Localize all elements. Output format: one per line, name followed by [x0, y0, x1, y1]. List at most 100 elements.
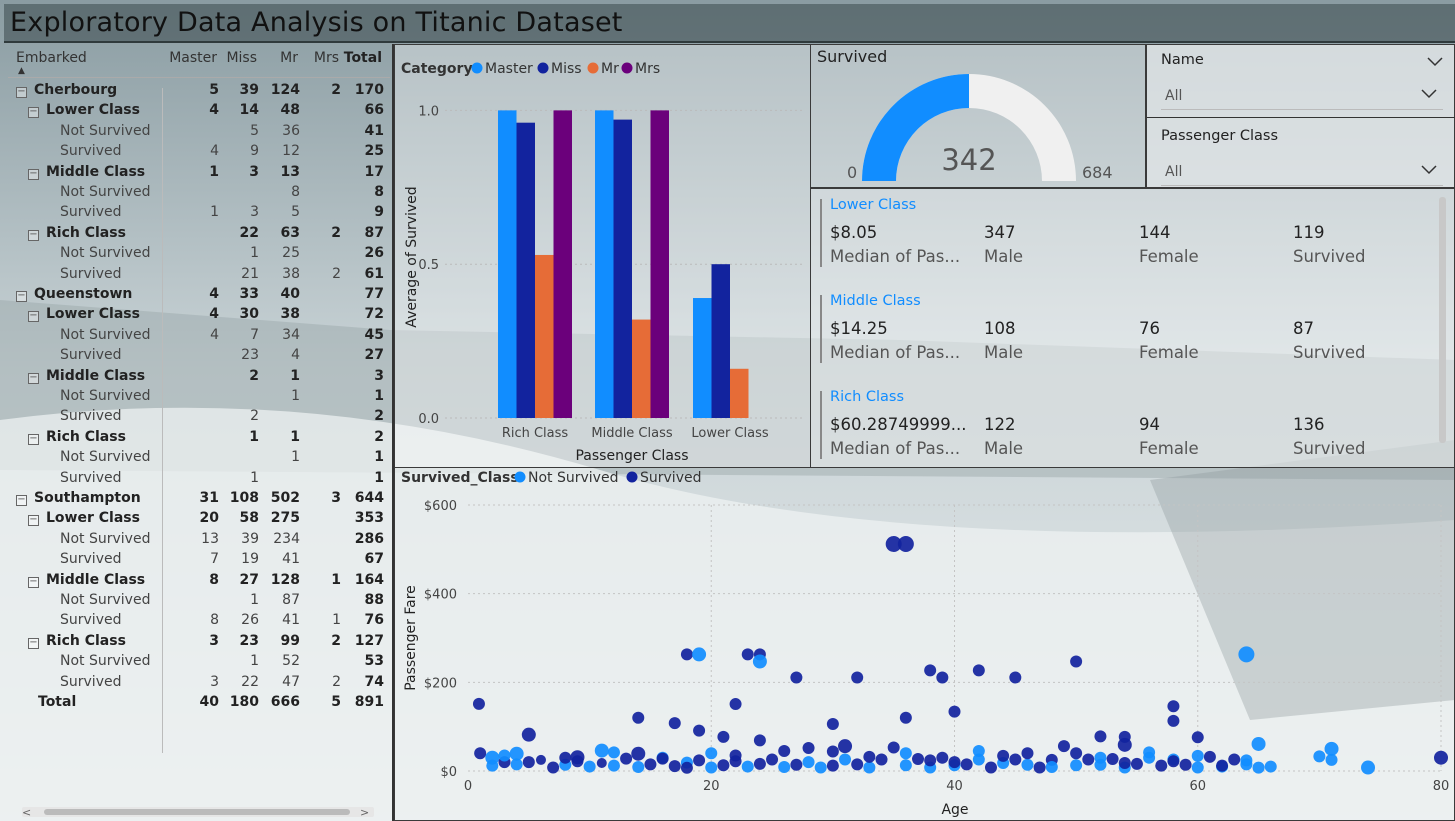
scatter-point[interactable]	[948, 756, 961, 769]
table-row[interactable]: − Rich Class 22 63 2 87	[4, 223, 394, 244]
legend-item[interactable]: Mr	[601, 61, 619, 77]
collapse-toggle-icon[interactable]: −	[28, 168, 39, 180]
scatter-point[interactable]	[752, 654, 767, 669]
scatter-point[interactable]	[693, 724, 706, 737]
scatter-point[interactable]	[1179, 758, 1192, 771]
scatter-point[interactable]	[656, 752, 669, 765]
row-header[interactable]: Not Survived	[60, 529, 150, 549]
row-header[interactable]: − Southampton	[16, 488, 141, 508]
table-row[interactable]: Survived 2 2	[4, 406, 394, 427]
scatter-point[interactable]	[486, 759, 499, 772]
collapse-toggle-icon[interactable]: −	[28, 311, 39, 323]
legend-marker[interactable]	[471, 62, 483, 74]
scatter-point[interactable]	[766, 753, 779, 766]
collapse-toggle-icon[interactable]: −	[28, 229, 39, 241]
scatter-point[interactable]	[693, 754, 706, 767]
scatter-point[interactable]	[790, 671, 803, 684]
legend-item[interactable]: Master	[485, 61, 533, 77]
scatter-point[interactable]	[522, 756, 535, 769]
collapse-toggle-icon[interactable]: −	[28, 637, 39, 649]
scatter-point[interactable]	[948, 705, 961, 718]
scatter-point[interactable]	[778, 761, 791, 774]
legend-item[interactable]: Survived	[640, 470, 701, 486]
scatter-point[interactable]	[1167, 714, 1180, 727]
scatter-point[interactable]	[851, 758, 864, 771]
scatter-point[interactable]	[571, 755, 584, 768]
scatter-point[interactable]	[863, 750, 876, 763]
table-row[interactable]: Not Survived 1 1	[4, 386, 394, 407]
row-header[interactable]: Not Survived	[60, 386, 150, 406]
slicer-name-dropdown[interactable]: All	[1165, 88, 1182, 104]
header-miss[interactable]: Miss	[226, 50, 257, 80]
scatter-point[interactable]	[741, 760, 754, 773]
row-header[interactable]: − Middle Class	[28, 366, 145, 386]
scatter-point[interactable]	[972, 664, 985, 677]
scatter-point[interactable]	[583, 760, 596, 773]
scatter-point[interactable]	[1130, 757, 1143, 770]
scatter-point[interactable]	[1009, 671, 1022, 684]
legend-marker[interactable]	[537, 62, 549, 74]
bar-mr[interactable]	[535, 254, 554, 418]
scatter-point[interactable]	[596, 758, 607, 769]
scatter-point[interactable]	[705, 747, 718, 760]
row-header[interactable]: − Lower Class	[28, 508, 140, 528]
scatter-point[interactable]	[839, 753, 852, 766]
scatter-point[interactable]	[705, 761, 718, 774]
scatter-point[interactable]	[1325, 753, 1338, 766]
scatter-point[interactable]	[1251, 736, 1266, 751]
table-row[interactable]: Survived 4 9 12 25	[4, 141, 394, 162]
legend-marker[interactable]	[587, 62, 599, 74]
scrollbar-thumb[interactable]	[44, 809, 350, 815]
table-row[interactable]: Survived 8 26 41 1 76	[4, 610, 394, 631]
gauge-panel[interactable]: Survived 342 0 684	[810, 44, 1146, 188]
row-header[interactable]: − Rich Class	[28, 223, 126, 243]
table-row[interactable]: Survived 1 1	[4, 468, 394, 489]
scatter-point[interactable]	[729, 755, 742, 768]
row-header[interactable]: Not Survived	[60, 243, 150, 263]
scatter-point[interactable]	[1045, 761, 1058, 774]
row-header[interactable]: − Cherbourg	[16, 80, 117, 100]
scatter-point[interactable]	[1252, 761, 1265, 774]
row-header[interactable]: − Middle Class	[28, 162, 145, 182]
scatter-point[interactable]	[1009, 753, 1022, 766]
scatter-point[interactable]	[802, 756, 815, 769]
row-header[interactable]: Survived	[60, 345, 121, 365]
bar-mrs[interactable]	[553, 110, 573, 418]
scatter-point[interactable]	[1094, 730, 1107, 743]
legend-item[interactable]: Mrs	[635, 61, 660, 77]
scatter-point[interactable]	[680, 648, 693, 661]
scatter-point[interactable]	[912, 753, 925, 766]
scatter-point[interactable]	[972, 745, 985, 758]
scatter-point[interactable]	[1143, 746, 1156, 759]
table-row[interactable]: Not Survived 13 39 234 286	[4, 529, 394, 550]
scatter-point[interactable]	[620, 752, 633, 765]
scatter-point[interactable]	[1106, 753, 1119, 766]
scatter-panel[interactable]: Survived_Class Not Survived Survived $0 $200…	[394, 467, 1455, 821]
row-header[interactable]: Survived	[60, 468, 121, 488]
table-row[interactable]: Not Survived 4 7 34 45	[4, 325, 394, 346]
legend-item[interactable]: Not Survived	[528, 470, 618, 486]
horizontal-scrollbar[interactable]	[22, 807, 374, 817]
row-header[interactable]: Not Survived	[60, 325, 150, 345]
scatter-point[interactable]	[1216, 759, 1229, 772]
scatter-point[interactable]	[826, 759, 839, 772]
scatter-point[interactable]	[607, 746, 620, 759]
scatter-point[interactable]	[1228, 753, 1241, 766]
bar-mrs[interactable]	[650, 110, 670, 418]
scatter-point[interactable]	[899, 759, 912, 772]
scatter-point[interactable]	[897, 536, 914, 553]
scatter-point[interactable]	[1191, 731, 1204, 744]
row-header[interactable]: Survived	[60, 202, 121, 222]
card-scrollbar[interactable]	[1439, 197, 1446, 443]
scatter-point[interactable]	[1057, 740, 1070, 753]
table-row[interactable]: Not Survived 1 87 88	[4, 590, 394, 611]
scatter-point[interactable]	[1033, 761, 1046, 774]
scatter-point[interactable]	[875, 753, 888, 766]
table-row[interactable]: − Rich Class 3 23 99 2 127	[4, 631, 394, 652]
bar-master[interactable]	[595, 110, 614, 418]
scatter-point[interactable]	[838, 739, 853, 754]
row-header[interactable]: Survived	[60, 549, 121, 569]
scatter-point[interactable]	[717, 759, 730, 772]
table-row[interactable]: − Lower Class 4 30 38 72	[4, 304, 394, 325]
scatter-point[interactable]	[1118, 757, 1131, 770]
